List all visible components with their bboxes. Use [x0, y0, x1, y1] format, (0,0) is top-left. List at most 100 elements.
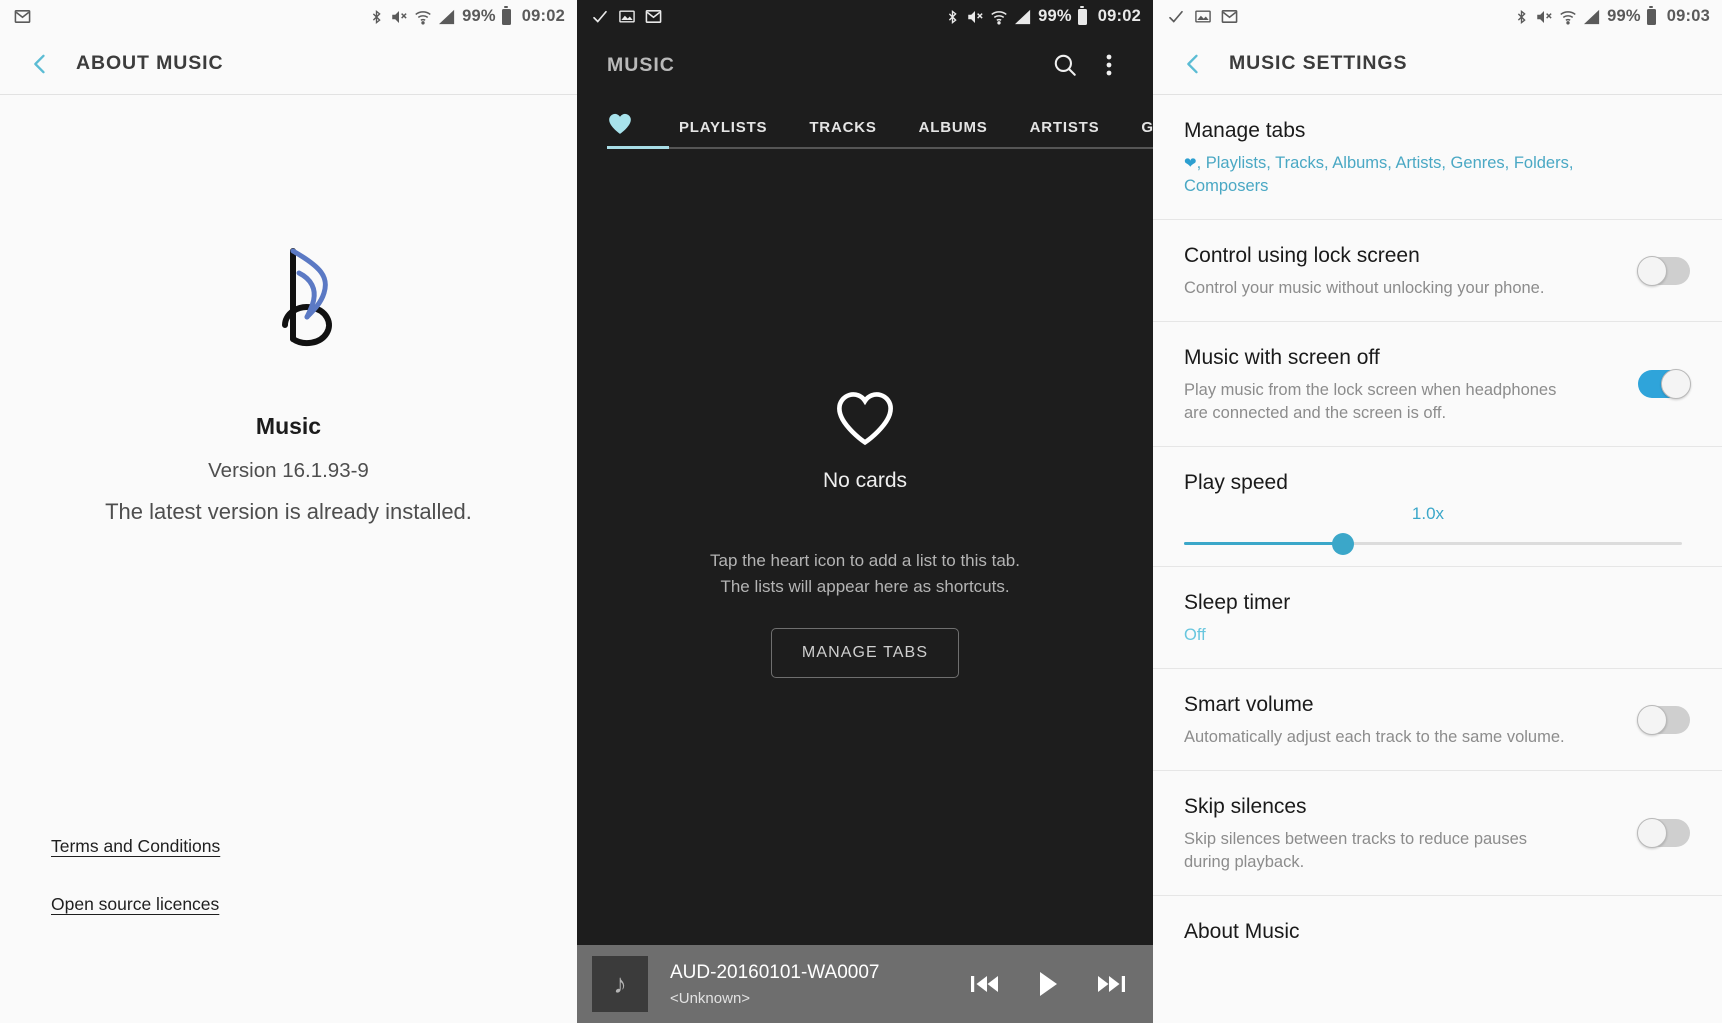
- setting-title: Smart volume: [1184, 693, 1314, 716]
- update-status-text: The latest version is already installed.: [105, 499, 472, 524]
- manage-tabs-button[interactable]: MANAGE TABS: [770, 628, 960, 678]
- skip-next-icon[interactable]: [1097, 973, 1125, 995]
- setting-subtitle: , Playlists, Tracks, Albums, Artists, Ge…: [1184, 154, 1574, 195]
- empty-state-title: No cards: [822, 469, 908, 492]
- setting-subtitle: Play music from the lock screen when hea…: [1184, 381, 1557, 422]
- three-panel-screenshot: 99% 09:02 ABOUT MUSIC Music Version 16.1…: [0, 0, 1722, 1023]
- tab-favorites[interactable]: [607, 111, 633, 149]
- check-icon: [591, 8, 609, 26]
- signal-icon: [438, 9, 456, 25]
- play-speed-slider[interactable]: [1184, 532, 1682, 555]
- empty-state-line1: Tap the heart icon to add a list to this…: [710, 551, 1020, 570]
- slider-thumb[interactable]: [1332, 532, 1355, 555]
- player-track-meta: AUD-20160101-WA0007 <Unknown>: [670, 962, 879, 1007]
- image-icon: [618, 8, 636, 25]
- music-app-bar: MUSIC: [577, 33, 1153, 97]
- lock-screen-toggle[interactable]: [1637, 255, 1690, 286]
- setting-control-using-lock-screen[interactable]: Control using lock screen Control your m…: [1153, 220, 1722, 322]
- mini-player-bar[interactable]: ♪ AUD-20160101-WA0007 <Unknown>: [577, 945, 1153, 1023]
- setting-subtitle: Off: [1184, 626, 1206, 644]
- setting-about-music[interactable]: About Music: [1153, 896, 1722, 966]
- tab-albums[interactable]: ALBUMS: [919, 119, 988, 149]
- clock: 09:02: [1097, 7, 1141, 25]
- status-bar-left-icons: [591, 8, 662, 26]
- setting-play-speed[interactable]: Play speed 1.0x: [1153, 447, 1722, 567]
- player-track-title: AUD-20160101-WA0007: [670, 961, 880, 983]
- search-icon[interactable]: [1043, 43, 1087, 87]
- play-icon[interactable]: [1037, 971, 1059, 997]
- open-source-licences-link[interactable]: Open source licences: [51, 894, 220, 915]
- mail-icon: [1221, 8, 1238, 25]
- setting-smart-volume[interactable]: Smart volume Automatically adjust each t…: [1153, 669, 1722, 771]
- setting-sleep-timer[interactable]: Sleep timer Off: [1153, 567, 1722, 669]
- status-bar-left-icons: [14, 8, 31, 25]
- tab-genres[interactable]: GENRES: [1141, 119, 1153, 149]
- panel-music-settings: 99% 09:03 MUSIC SETTINGS Manage tabs ❤, …: [1153, 0, 1722, 1023]
- toggle-knob: [1637, 704, 1667, 735]
- setting-skip-silences[interactable]: Skip silences Skip silences between trac…: [1153, 771, 1722, 896]
- setting-subtitle: Control your music without unlocking you…: [1184, 279, 1545, 297]
- bluetooth-icon: [369, 8, 384, 26]
- toggle-knob: [1637, 255, 1667, 286]
- settings-app-bar: MUSIC SETTINGS: [1153, 33, 1722, 95]
- toggle-knob: [1661, 369, 1691, 399]
- music-note-logo-icon: [229, 243, 349, 371]
- panel-music-library: 99% 09:02 MUSIC PLAYLISTS TRACKS ALBUMS …: [577, 0, 1153, 1023]
- status-bar-right-icons: 99% 09:03: [1514, 5, 1710, 26]
- music-tab-bar: PLAYLISTS TRACKS ALBUMS ARTISTS GENRES: [577, 97, 1153, 149]
- player-track-artist: <Unknown>: [670, 989, 751, 1007]
- status-bar-right-icons: 99% 09:02: [369, 5, 565, 26]
- setting-manage-tabs[interactable]: Manage tabs ❤, Playlists, Tracks, Albums…: [1153, 95, 1722, 220]
- play-speed-value: 1.0x: [1411, 504, 1445, 523]
- tab-playlists[interactable]: PLAYLISTS: [679, 119, 767, 149]
- page-title: MUSIC SETTINGS: [1229, 52, 1408, 74]
- setting-title: Skip silences: [1184, 795, 1307, 818]
- mute-icon: [390, 8, 408, 26]
- app-name: Music: [255, 413, 322, 439]
- bluetooth-icon: [945, 8, 960, 26]
- wifi-icon: [990, 9, 1008, 25]
- battery-percent: 99%: [462, 7, 496, 25]
- tab-tracks[interactable]: TRACKS: [809, 119, 876, 149]
- player-controls: [971, 971, 1131, 997]
- music-screen-off-toggle[interactable]: [1638, 369, 1691, 399]
- status-bar-panel2: 99% 09:02: [577, 0, 1153, 33]
- empty-state-description: Tap the heart icon to add a list to this…: [710, 548, 1020, 600]
- status-bar-right-icons: 99% 09:02: [945, 5, 1141, 26]
- about-app-bar: ABOUT MUSIC: [0, 33, 577, 95]
- clock: 09:02: [521, 7, 565, 25]
- setting-subtitle-wrap: ❤, Playlists, Tracks, Albums, Artists, G…: [1184, 152, 1682, 198]
- tab-divider: [607, 147, 1153, 149]
- slider-fill: [1184, 542, 1344, 545]
- toggle-knob: [1637, 818, 1667, 848]
- battery-icon: [501, 5, 511, 25]
- back-icon[interactable]: [1179, 50, 1207, 78]
- settings-list: Manage tabs ❤, Playlists, Tracks, Albums…: [1153, 95, 1722, 1023]
- skip-previous-icon[interactable]: [971, 973, 999, 995]
- empty-state-line2: The lists will appear here as shortcuts.: [720, 577, 1010, 596]
- empty-state: No cards Tap the heart icon to add a lis…: [577, 149, 1153, 678]
- heart-icon: ❤: [1184, 155, 1197, 172]
- play-speed-slider-wrap: 1.0x: [1184, 504, 1682, 555]
- mail-icon: [14, 8, 31, 25]
- app-version: Version 16.1.93-9: [208, 459, 369, 482]
- signal-icon: [1583, 9, 1601, 25]
- smart-volume-toggle[interactable]: [1637, 704, 1690, 735]
- status-bar-panel3: 99% 09:03: [1153, 0, 1722, 33]
- more-options-icon[interactable]: [1087, 43, 1131, 87]
- setting-music-with-screen-off[interactable]: Music with screen off Play music from th…: [1153, 322, 1722, 447]
- page-title: ABOUT MUSIC: [76, 52, 224, 74]
- status-bar-panel1: 99% 09:02: [0, 0, 577, 33]
- setting-title: About Music: [1184, 920, 1300, 943]
- terms-and-conditions-link[interactable]: Terms and Conditions: [51, 836, 220, 857]
- back-icon[interactable]: [26, 50, 54, 78]
- setting-subtitle: Automatically adjust each track to the s…: [1184, 728, 1565, 746]
- battery-icon: [1646, 5, 1656, 25]
- tab-artists[interactable]: ARTISTS: [1030, 119, 1100, 149]
- setting-title: Sleep timer: [1184, 591, 1291, 614]
- heart-outline-icon: [832, 387, 898, 447]
- skip-silences-toggle[interactable]: [1637, 818, 1690, 848]
- setting-title: Music with screen off: [1184, 346, 1380, 369]
- image-icon: [1194, 8, 1212, 25]
- setting-title: Manage tabs: [1184, 119, 1306, 142]
